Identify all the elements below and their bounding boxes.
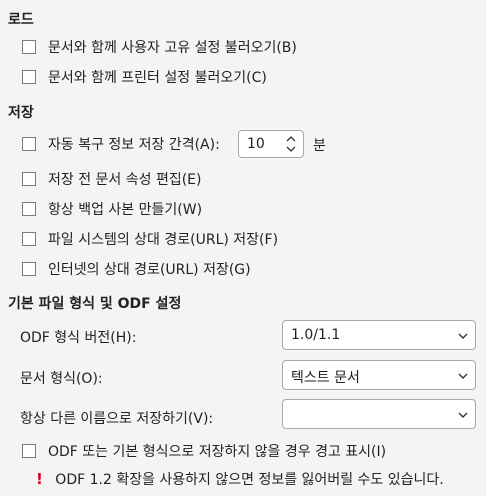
chevron-down-icon (458, 333, 468, 339)
load-section-title: 로드 (8, 12, 34, 28)
edit-doc-props-option[interactable]: 저장 전 문서 속성 편집(E) (22, 168, 202, 190)
backup-copy-option[interactable]: 항상 백업 사본 만들기(W) (22, 198, 202, 220)
warn-non-odf-label: ODF 또는 기본 형식으로 저장하지 않을 경우 경고 표시(I) (48, 444, 387, 460)
backup-copy-label: 항상 백업 사본 만들기(W) (48, 202, 203, 218)
relative-internet-url-option[interactable]: 인터넷의 상대 경로(URL) 저장(G) (22, 258, 251, 280)
warn-non-odf-checkbox[interactable] (22, 444, 36, 458)
autorecovery-label: 자동 복구 정보 저장 간격(A): (48, 137, 220, 153)
chevron-down-icon[interactable] (285, 144, 297, 154)
save-section-title: 저장 (8, 105, 34, 121)
backup-copy-checkbox[interactable] (22, 202, 36, 216)
always-save-as-label: 항상 다른 이름으로 저장하기(V): (20, 411, 214, 427)
autorecovery-checkbox[interactable] (22, 137, 36, 151)
autorecovery-interval-spinbox[interactable]: 10 (238, 130, 304, 158)
odf-version-value: 1.0/1.1 (291, 327, 341, 343)
doc-type-select[interactable]: 텍스트 문서 (282, 360, 476, 390)
edit-doc-props-label: 저장 전 문서 속성 편집(E) (48, 172, 202, 188)
doc-type-label: 문서 형식(O): (20, 371, 103, 387)
odf-version-label: ODF 형식 버전(H): (20, 330, 137, 346)
warn-non-odf-option[interactable]: ODF 또는 기본 형식으로 저장하지 않을 경우 경고 표시(I) (22, 440, 386, 462)
chevron-down-icon (458, 412, 468, 418)
chevron-down-icon (458, 373, 468, 379)
doc-type-value: 텍스트 문서 (291, 370, 360, 386)
relative-internet-url-checkbox[interactable] (22, 262, 36, 276)
load-user-settings-checkbox[interactable] (22, 40, 36, 54)
autorecovery-option[interactable]: 자동 복구 정보 저장 간격(A): (22, 133, 220, 155)
odf-warning-text: ODF 1.2 확장을 사용하지 않으면 정보를 잃어버릴 수도 있습니다. (55, 472, 444, 488)
odf-version-select[interactable]: 1.0/1.1 (282, 320, 476, 350)
warning-icon: ! (36, 470, 43, 488)
relative-fs-url-checkbox[interactable] (22, 232, 36, 246)
relative-fs-url-label: 파일 시스템의 상대 경로(URL) 저장(F) (48, 232, 279, 248)
default-format-section-title: 기본 파일 형식 및 ODF 설정 (8, 296, 182, 312)
load-printer-settings-checkbox[interactable] (22, 70, 36, 84)
autorecovery-unit: 분 (313, 138, 326, 154)
always-save-as-select[interactable] (282, 399, 476, 429)
load-user-settings-option[interactable]: 문서와 함께 사용자 고유 설정 불러오기(B) (22, 36, 297, 58)
relative-fs-url-option[interactable]: 파일 시스템의 상대 경로(URL) 저장(F) (22, 228, 278, 250)
relative-internet-url-label: 인터넷의 상대 경로(URL) 저장(G) (48, 262, 251, 278)
load-printer-settings-label: 문서와 함께 프린터 설정 불러오기(C) (48, 70, 267, 86)
chevron-up-icon[interactable] (285, 134, 297, 144)
autorecovery-interval-value: 10 (247, 136, 265, 152)
load-user-settings-label: 문서와 함께 사용자 고유 설정 불러오기(B) (48, 40, 297, 56)
load-printer-settings-option[interactable]: 문서와 함께 프린터 설정 불러오기(C) (22, 66, 267, 88)
odf-warning: ! ODF 1.2 확장을 사용하지 않으면 정보를 잃어버릴 수도 있습니다. (36, 469, 444, 489)
edit-doc-props-checkbox[interactable] (22, 172, 36, 186)
